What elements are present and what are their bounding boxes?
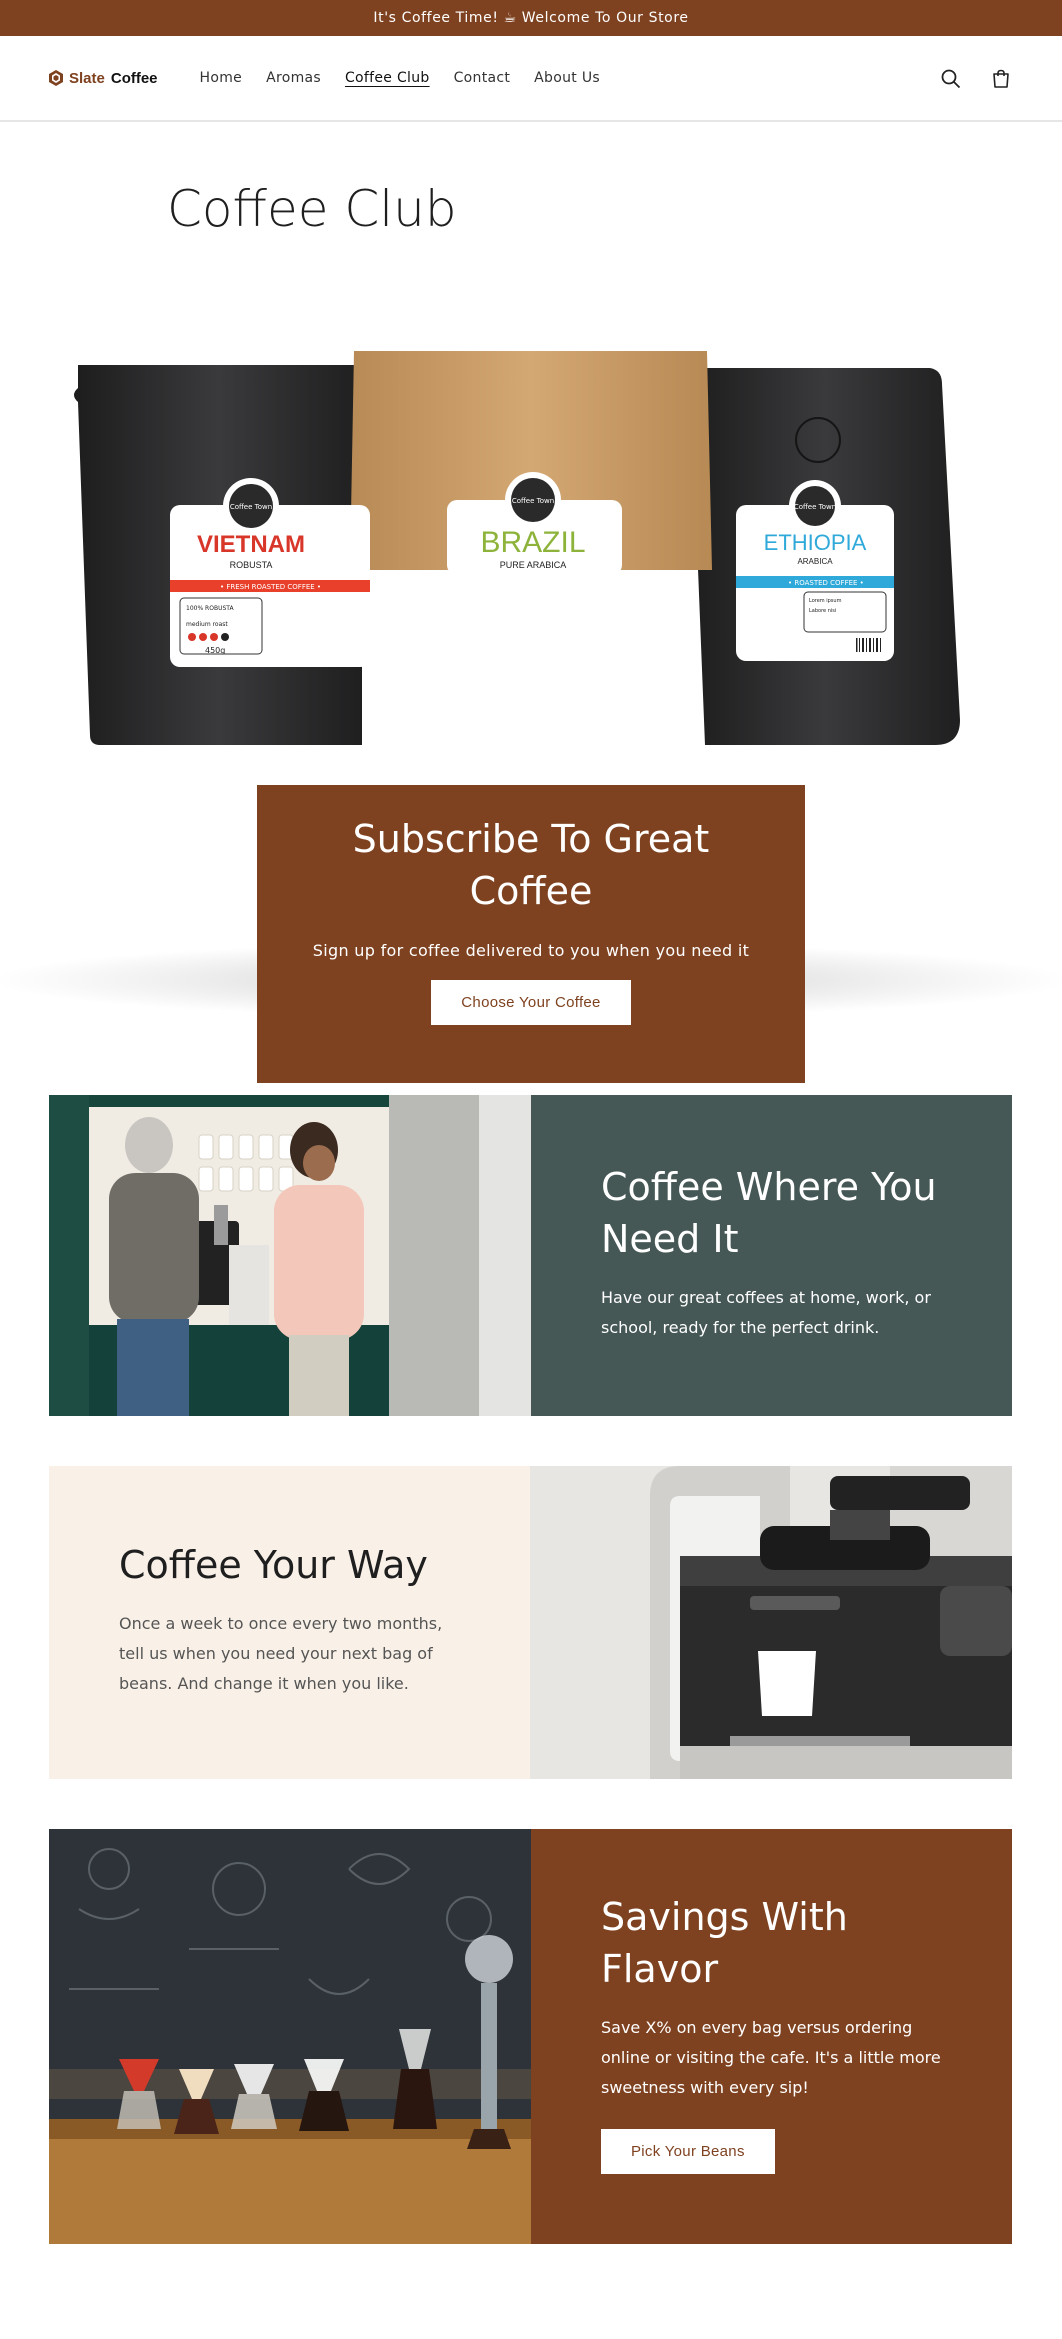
feature-heading-3: Savings With Flavor [601, 1895, 848, 1991]
detail-vietnam-2: medium roast [186, 621, 228, 628]
stamp-text-3: Coffee Town [794, 503, 836, 511]
search-icon[interactable] [938, 66, 964, 92]
hero-banner: Coffee Town VIETNAM ROBUSTA • FRESH ROAS… [0, 340, 1062, 1095]
logo-name: Coffee [110, 69, 158, 87]
label-ethiopia: Coffee Town ETHIOPIA ARABICA • ROASTED C… [736, 480, 894, 661]
strip-vietnam: • FRESH ROASTED COFFEE • [220, 583, 321, 591]
detail-vietnam-1: 100% ROBUSTA [186, 605, 234, 612]
feature-savings-with-flavor: Savings With Flavor Save X% on every bag… [49, 1829, 1012, 2244]
feature-text-3: Save X% on every bag versus ordering onl… [601, 2018, 941, 2097]
nav-about-us[interactable]: About Us [534, 70, 600, 86]
detail-ethiopia-1: Lorem ipsum [809, 598, 842, 604]
cart-icon[interactable] [988, 66, 1014, 92]
weight-vietnam: 450g [205, 646, 225, 655]
subscribe-subtext: Sign up for coffee delivered to you when… [312, 941, 750, 960]
logo[interactable]: Slate Coffee [49, 70, 158, 87]
main-nav: Home Aromas Coffee Club Contact About Us [200, 70, 600, 86]
nav-aromas[interactable]: Aromas [266, 70, 321, 86]
stamp-text-1: Coffee Town [230, 503, 272, 511]
feature-image-pour-over-bar [49, 1829, 531, 2244]
nav-coffee-club[interactable]: Coffee Club [345, 70, 430, 86]
page-footer-spacer [0, 2244, 1062, 2326]
feature-text-2: Once a week to once every two months, te… [119, 1614, 443, 1693]
strip-ethiopia: • ROASTED COFFEE • [788, 579, 864, 587]
nav-contact[interactable]: Contact [454, 70, 511, 86]
choose-your-coffee-button[interactable]: Choose Your Coffee [431, 980, 631, 1025]
label-vietnam: Coffee Town VIETNAM ROBUSTA • FRESH ROAS… [170, 478, 370, 667]
page-title: Coffee Club [167, 180, 457, 238]
site-header: Slate Coffee Home Aromas Coffee Club Con… [0, 36, 1062, 122]
variety-ethiopia: ARABICA [797, 557, 833, 566]
detail-ethiopia-2: Labore nisi [809, 608, 836, 614]
origin-ethiopia: ETHIOPIA [764, 530, 867, 555]
stamp-text-2: Coffee Town [512, 497, 554, 505]
nav-home[interactable]: Home [200, 70, 243, 86]
variety-vietnam: ROBUSTA [230, 560, 273, 570]
subscribe-box: Subscribe To Great Coffee Sign up for co… [257, 785, 805, 1083]
logo-mark-icon [49, 70, 63, 86]
feature-text-1: Have our great coffees at home, work, or… [601, 1288, 931, 1337]
feature-heading-1: Coffee Where You Need It [601, 1165, 937, 1261]
feature-coffee-where-you-need-it: Coffee Where You Need It Have our great … [49, 1095, 1012, 1416]
feature-coffee-your-way: Coffee Your Way Once a week to once ever… [49, 1466, 1012, 1779]
origin-vietnam: VIETNAM [197, 531, 305, 558]
announcement-text: It's Coffee Time! ☕ Welcome To Our Store [373, 10, 689, 26]
feature-heading-2: Coffee Your Way [119, 1543, 428, 1587]
pick-your-beans-button[interactable]: Pick Your Beans [601, 2129, 775, 2174]
subscribe-heading: Subscribe To Great Coffee [352, 817, 710, 913]
feature-image-espresso-machine [530, 1466, 1012, 1779]
feature-image-coffee-shop [49, 1095, 531, 1416]
origin-brazil: BRAZIL [480, 526, 585, 559]
logo-brand: Slate [69, 69, 105, 87]
variety-brazil: PURE ARABICA [500, 560, 567, 570]
announcement-bar: It's Coffee Time! ☕ Welcome To Our Store [0, 0, 1062, 36]
